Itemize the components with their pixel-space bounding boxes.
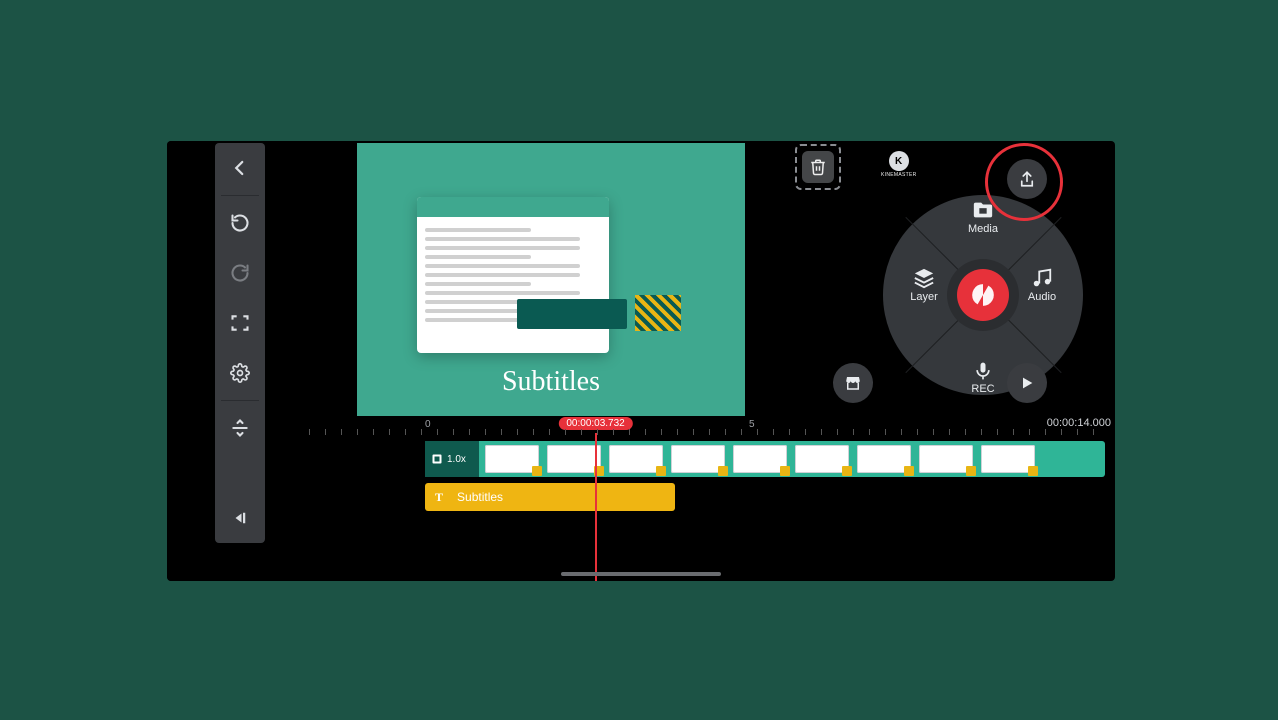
- video-clip[interactable]: [919, 445, 973, 473]
- settings-button[interactable]: [215, 348, 265, 398]
- timeline-ruler[interactable]: 0 5 00:00:03.732 00:00:14.000: [309, 419, 1105, 435]
- watermark-label: KINEMASTER: [881, 172, 917, 178]
- preview-overlay-box: [517, 299, 627, 329]
- home-indicator: [561, 572, 721, 576]
- video-clips-container: [479, 441, 1105, 477]
- timeline-duration: 00:00:14.000: [1047, 417, 1111, 429]
- video-clip[interactable]: [795, 445, 849, 473]
- video-clip[interactable]: [547, 445, 601, 473]
- wheel-audio-button[interactable]: Audio: [997, 267, 1087, 303]
- video-clip[interactable]: [981, 445, 1035, 473]
- video-track[interactable]: 1.0x: [425, 441, 1105, 477]
- asset-store-button[interactable]: [833, 363, 873, 403]
- preview-panel: Subtitles K KINEMASTER: [309, 143, 794, 416]
- preview-overlay-pattern: [635, 295, 681, 331]
- wheel-rec-label: REC: [971, 383, 994, 395]
- timeline-panel[interactable]: 0 5 00:00:03.732 00:00:14.000 1.0x: [309, 419, 1105, 579]
- media-wheel: Media Layer Audio REC: [873, 185, 1093, 405]
- video-clip[interactable]: [857, 445, 911, 473]
- text-layer-track[interactable]: T Subtitles: [425, 483, 675, 511]
- wheel-layer-label: Layer: [910, 291, 938, 303]
- video-clip[interactable]: [671, 445, 725, 473]
- trash-icon: [802, 151, 834, 183]
- text-layer-label: Subtitles: [457, 490, 503, 504]
- undo-button[interactable]: [215, 198, 265, 248]
- text-layer-icon: T: [435, 490, 443, 505]
- jump-to-end-button[interactable]: [215, 493, 265, 543]
- wheel-audio-label: Audio: [1028, 291, 1056, 303]
- playhead-line[interactable]: [595, 433, 597, 581]
- redo-button[interactable]: [215, 248, 265, 298]
- fullscreen-button[interactable]: [215, 298, 265, 348]
- delete-dropzone[interactable]: [795, 144, 841, 190]
- play-button[interactable]: [1007, 363, 1047, 403]
- wheel-media-button[interactable]: Media: [938, 199, 1028, 235]
- video-speed-label: 1.0x: [447, 454, 466, 465]
- preview-document-mock: [417, 197, 609, 353]
- wheel-media-label: Media: [968, 223, 998, 235]
- preview-subtitle-text: Subtitles: [357, 366, 745, 398]
- preview-canvas[interactable]: Subtitles: [357, 143, 745, 416]
- video-clip[interactable]: [485, 445, 539, 473]
- watermark-badge[interactable]: K KINEMASTER: [881, 151, 917, 178]
- back-button[interactable]: [215, 143, 265, 193]
- wheel-capture-button[interactable]: [957, 269, 1009, 321]
- kinemaster-logo-icon: K: [889, 151, 909, 171]
- track-expand-button[interactable]: [215, 403, 265, 453]
- wheel-layer-button[interactable]: Layer: [879, 267, 969, 303]
- video-editor-app: Subtitles K KINEMASTER Media Layer Audio…: [167, 141, 1115, 581]
- video-clip[interactable]: [609, 445, 663, 473]
- export-button[interactable]: [1007, 159, 1047, 199]
- video-clip[interactable]: [733, 445, 787, 473]
- left-sidebar: [167, 141, 267, 581]
- video-track-header: 1.0x: [425, 441, 479, 477]
